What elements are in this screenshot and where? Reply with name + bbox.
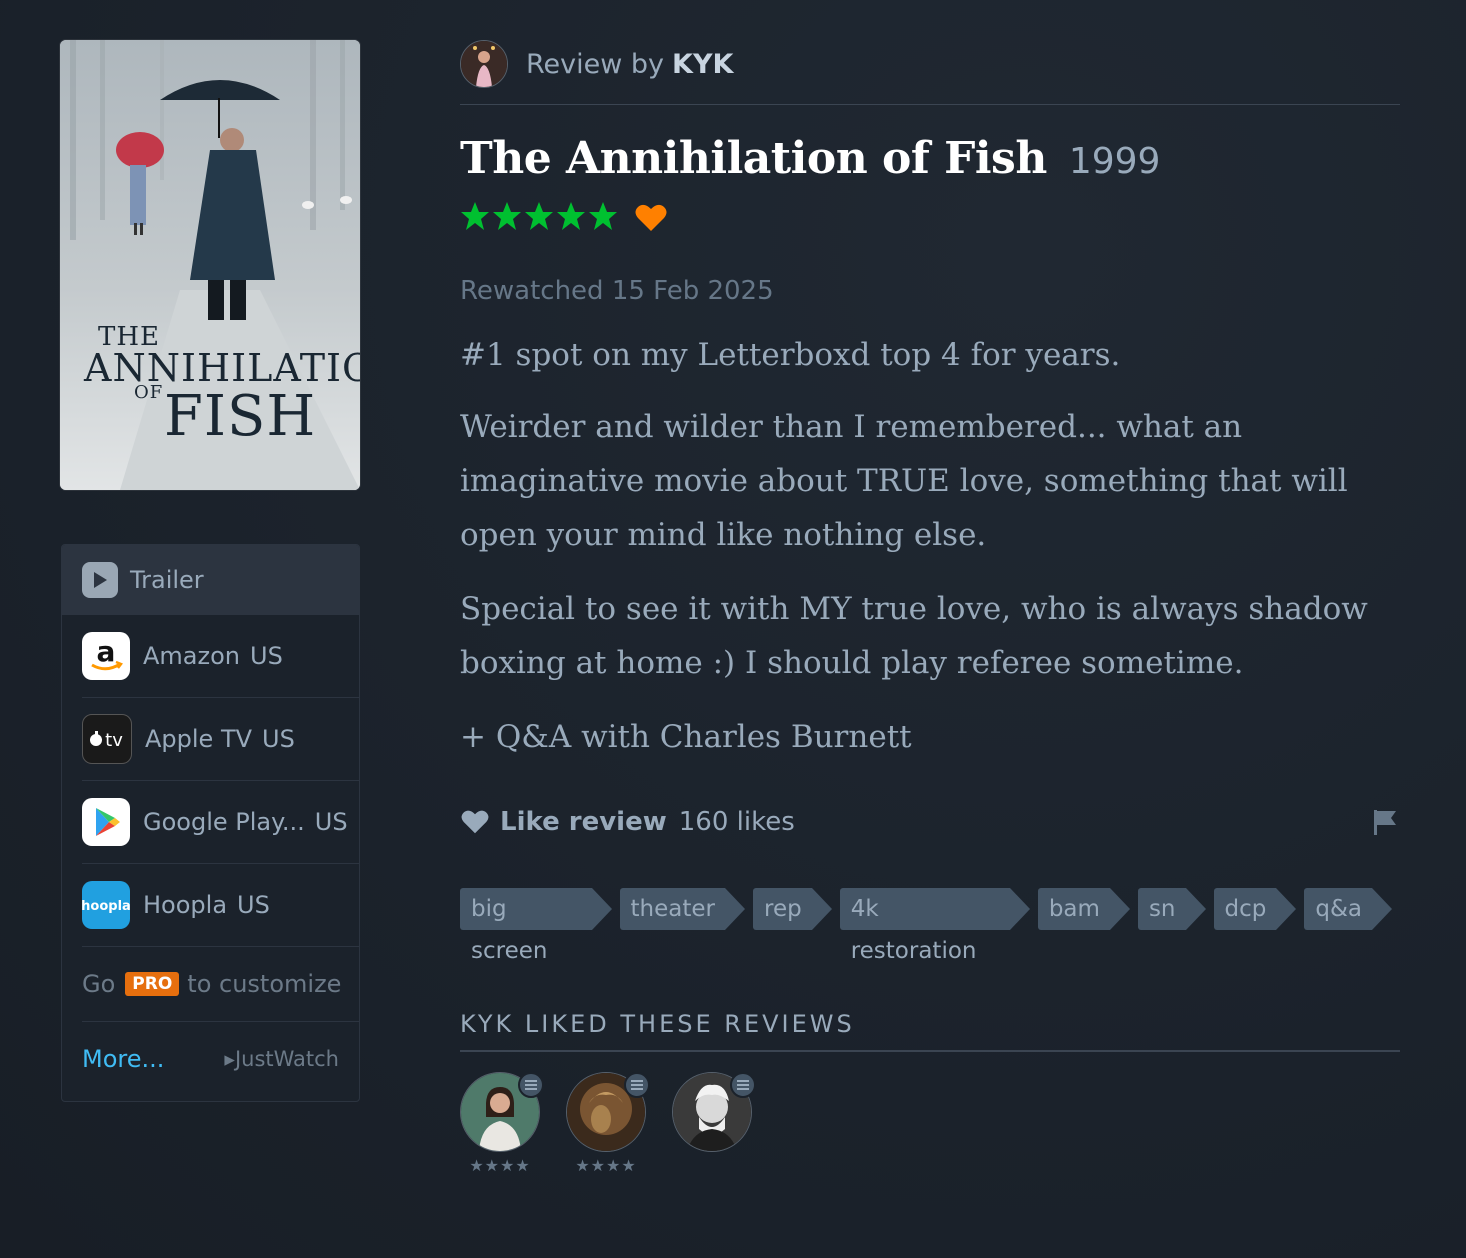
star-icon [589,202,617,230]
watch-footer: More... ▸JustWatch [82,1022,339,1096]
apple-tv-icon: tv [82,714,132,764]
hoopla-icon: hoopla [82,881,130,929]
trailer-button[interactable]: Trailer [62,545,359,615]
star-icon [525,202,553,230]
liked-heart-icon [635,204,667,231]
liked-review-rating: ★★★★ [469,1156,531,1175]
play-icon [82,562,118,598]
review-text-icon [518,1072,544,1098]
byline-divider [460,104,1400,105]
review-main: Review by KYK The Annihilation of Fish 1… [460,40,1400,1175]
tag[interactable]: rep [753,888,832,930]
review-paragraph: Weirder and wilder than I remembered... … [460,409,1348,553]
amazon-icon: a [82,632,130,680]
svg-text:tv: tv [105,730,123,751]
review-byline: Review by KYK [460,40,1400,88]
liked-reviews-heading[interactable]: KYK LIKED THESE REVIEWS [460,1010,1400,1038]
like-review-button[interactable]: Like review [460,807,667,837]
like-review-label: Like review [500,807,667,837]
liked-review-item[interactable]: ★★★★ [460,1072,544,1175]
trailer-label: Trailer [130,566,204,594]
where-to-watch-panel: Trailer a Amazon US tv Apple TV US Googl… [61,544,360,1102]
review-paragraph: Special to see it with MY true love, who… [460,591,1368,681]
review-text-icon [624,1072,650,1098]
tag[interactable]: bam [1037,888,1131,930]
reviewer-avatar[interactable] [460,40,508,88]
liked-reviews-divider [460,1050,1400,1052]
film-year[interactable]: 1999 [1069,141,1161,182]
byline-label: Review by [526,48,665,80]
review-actions: Like review 160 likes [460,804,1400,840]
tag[interactable]: sn [1137,888,1205,930]
star-rating [460,201,620,235]
service-name: Google Play... [143,808,305,836]
watched-date: Rewatched 15 Feb 2025 [460,276,774,306]
google-play-icon [82,798,130,846]
review-text-icon [730,1072,756,1098]
svg-text:a: a [97,635,116,668]
liked-reviews-list: ★★★★ ★★★★ [460,1072,1400,1175]
service-name: Amazon [143,642,240,670]
service-hoopla[interactable]: hoopla Hoopla US [82,864,359,947]
tag-list: big screen theater rep 4k restoration ba… [460,888,1400,964]
service-country: US [314,808,348,836]
film-poster[interactable]: THE ANNIHILATION OF FISH [60,40,360,490]
service-country: US [250,642,283,670]
gopro-suffix: to customize [187,970,342,998]
liked-review-item[interactable]: ★★★★ [566,1072,650,1175]
review-body: #1 spot on my Letterboxd top 4 for years… [460,328,1400,764]
liked-review-rating: ★★★★ [575,1156,637,1175]
tag[interactable]: dcp [1213,888,1297,930]
tag[interactable]: theater [619,888,746,930]
service-apple-tv[interactable]: tv Apple TV US [82,698,359,781]
go-pro-row[interactable]: Go PRO to customize [82,947,359,1022]
heart-icon [461,810,489,834]
justwatch-credit[interactable]: ▸JustWatch [224,1047,339,1071]
tag[interactable]: q&a [1304,888,1392,930]
review-paragraph: + Q&A with Charles Burnett [460,719,912,755]
star-icon [493,202,521,230]
justwatch-icon: ▸ [224,1047,235,1071]
gopro-prefix: Go [82,970,116,998]
film-title[interactable]: The Annihilation of Fish [460,133,1047,184]
review-paragraph: #1 spot on my Letterboxd top 4 for years… [460,337,1121,373]
rating-row [460,200,1400,236]
likes-count[interactable]: 160 likes [679,807,795,837]
justwatch-label: JustWatch [234,1047,339,1071]
reviewer-username[interactable]: KYK [672,49,733,80]
film-title-row: The Annihilation of Fish 1999 [460,133,1400,184]
service-amazon[interactable]: a Amazon US [82,615,359,698]
star-icon [557,202,585,230]
service-name: Hoopla [143,891,228,919]
svg-text:hoopla: hoopla [82,899,130,914]
tag[interactable]: 4k restoration [839,888,1030,964]
more-services-link[interactable]: More... [82,1045,164,1073]
service-country: US [237,891,270,919]
service-google-play[interactable]: Google Play... US [82,781,359,864]
service-name: Apple TV [145,725,253,753]
tag[interactable]: big screen [460,888,611,964]
liked-review-item[interactable] [672,1072,756,1175]
report-flag-icon[interactable] [1372,808,1398,836]
service-country: US [262,725,295,753]
pro-badge: PRO [125,972,180,996]
star-icon [461,202,489,230]
